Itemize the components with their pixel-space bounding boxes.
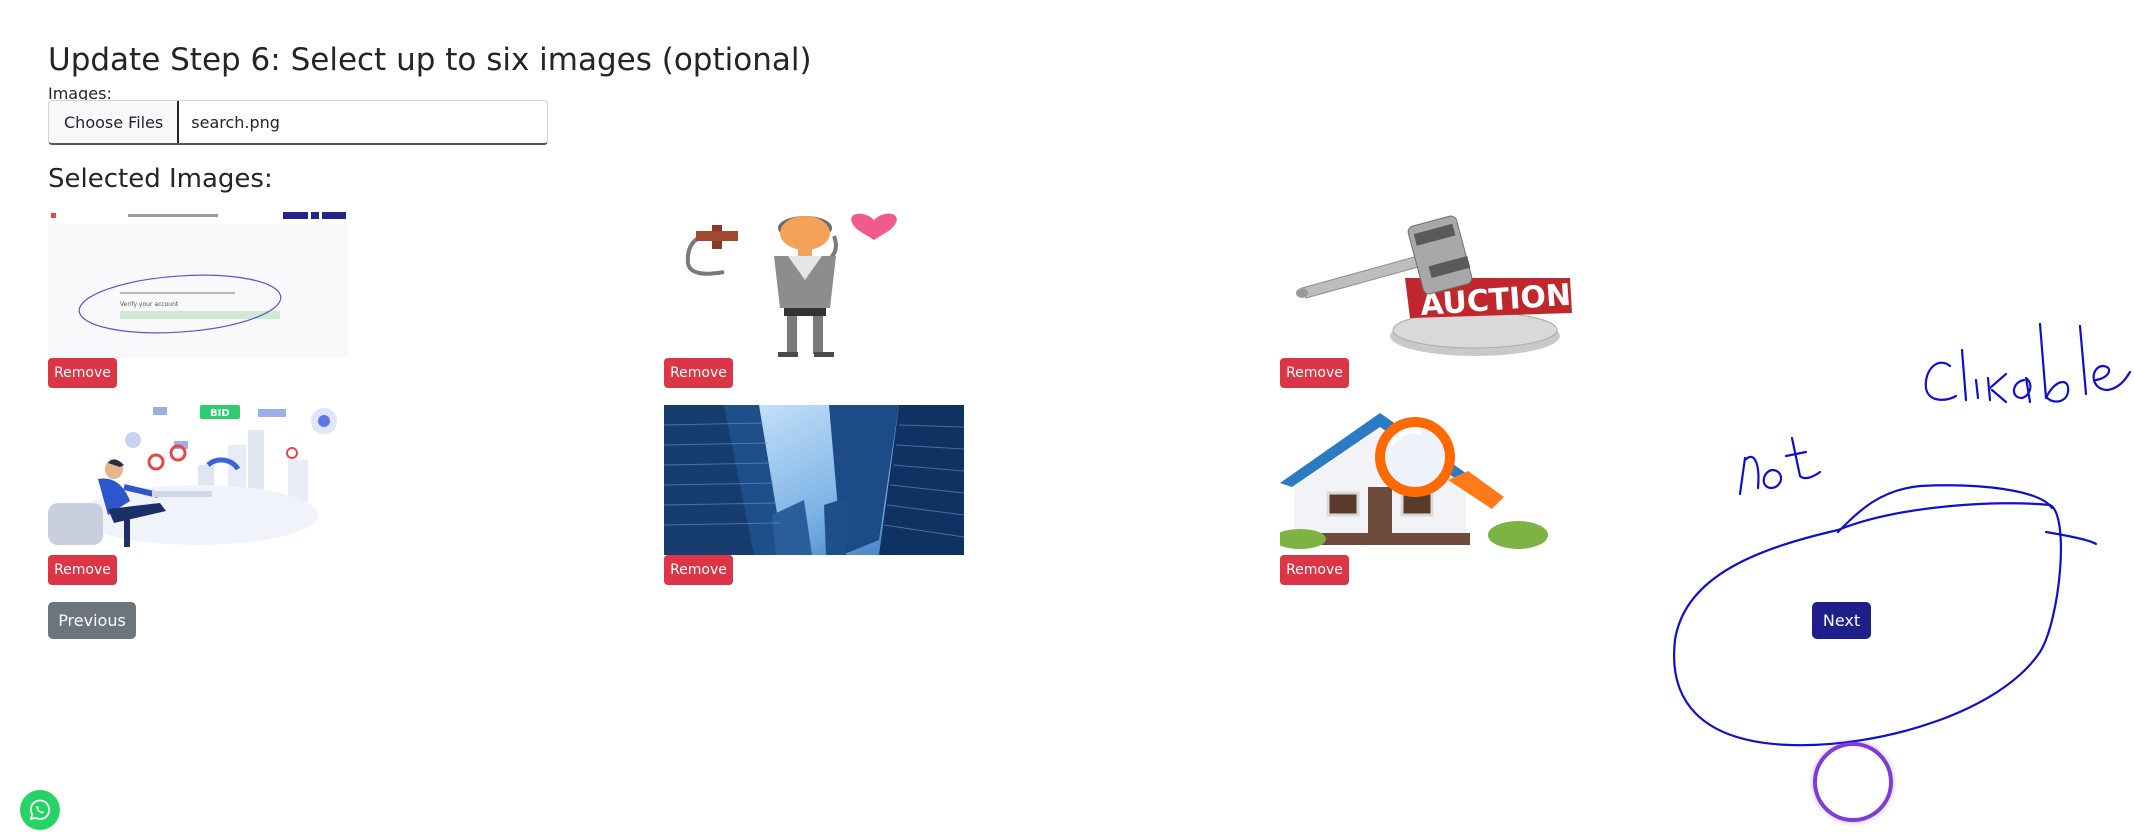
image-thumbnail-auctioneer — [664, 208, 964, 358]
image-thumbnail-screenshot: Verify your account — [48, 208, 348, 358]
remove-image-3-button[interactable]: Remove — [1280, 358, 1349, 388]
remove-image-6-button[interactable]: Remove — [1280, 555, 1349, 585]
image-thumbnail-house-search — [1280, 405, 1580, 555]
remove-image-2-button[interactable]: Remove — [664, 358, 733, 388]
whatsapp-icon — [29, 799, 51, 821]
screenshot-thumb-text: Verify your account — [120, 301, 179, 308]
page-title: Update Step 6: Select up to six images (… — [48, 42, 812, 78]
next-button[interactable]: Next — [1812, 602, 1871, 639]
cursor-indicator — [1813, 742, 1893, 822]
bid-text: BID — [210, 408, 230, 419]
choose-files-button[interactable]: Choose Files — [49, 101, 180, 143]
image-thumbnail-bidding: BID — [48, 405, 348, 555]
remove-image-5-button[interactable]: Remove — [664, 555, 733, 585]
remove-image-4-button[interactable]: Remove — [48, 555, 117, 585]
image-thumbnail-gavel: AUCTION — [1280, 208, 1580, 358]
whatsapp-chat-button[interactable] — [20, 790, 60, 830]
selected-images-heading: Selected Images: — [48, 164, 273, 194]
previous-button[interactable]: Previous — [48, 602, 136, 639]
file-input[interactable]: Choose Files search.png — [48, 100, 548, 145]
selected-file-name: search.png — [191, 112, 280, 132]
page: Update Step 6: Select up to six images (… — [0, 0, 2134, 840]
image-thumbnail-skyscrapers — [664, 405, 964, 555]
remove-image-1-button[interactable]: Remove — [48, 358, 117, 388]
